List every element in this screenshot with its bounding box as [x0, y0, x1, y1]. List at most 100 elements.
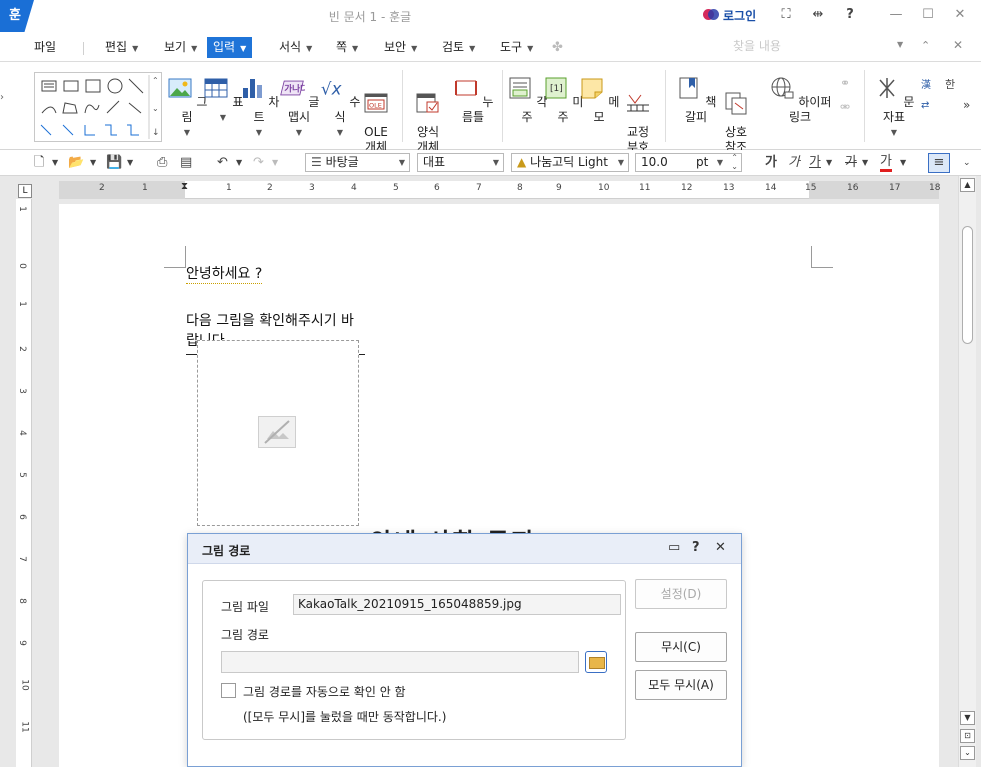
- image-file-field[interactable]: KakaoTalk_20210915_165048859.jpg: [293, 594, 621, 615]
- save-dropdown-icon[interactable]: ▼: [127, 154, 133, 172]
- text-color-dropdown-icon[interactable]: ▼: [900, 154, 906, 172]
- new-document-icon[interactable]: 🗋: [34, 154, 44, 172]
- font-select[interactable]: ▲ 나눔고딕 Light ▼: [511, 153, 629, 172]
- ribbon-expand-icon[interactable]: »: [963, 98, 970, 112]
- align-justify-button[interactable]: ≡: [928, 153, 950, 173]
- bookmark-icon: [679, 77, 698, 99]
- ruler-tick: 10: [19, 679, 30, 691]
- insert-memo-button[interactable]: 메모: [577, 76, 621, 125]
- italic-button[interactable]: 가: [788, 154, 800, 172]
- fullscreen-icon[interactable]: ⛶: [776, 6, 796, 24]
- search-close-icon[interactable]: ✕: [953, 38, 963, 52]
- auto-check-label[interactable]: 그림 경로를 자동으로 확인 안 함: [243, 683, 406, 700]
- search-prev-icon[interactable]: ⌃: [921, 39, 930, 52]
- print-icon[interactable]: ⎙: [157, 154, 167, 172]
- insert-hyperlink-button[interactable]: 하이퍼링크: [766, 76, 834, 125]
- menu-edit[interactable]: 편집 ▼: [101, 37, 142, 58]
- insert-field-button[interactable]: 누름틀: [451, 76, 495, 125]
- insert-symbol-button[interactable]: 문자표 ▼: [872, 76, 916, 140]
- bold-button[interactable]: 가: [765, 154, 777, 172]
- unlink-icon[interactable]: ⚮: [840, 100, 850, 114]
- insert-bookmark-button[interactable]: 책갈피: [674, 76, 718, 125]
- open-dropdown-icon[interactable]: ▼: [90, 154, 96, 172]
- browse-folder-icon[interactable]: [585, 651, 607, 673]
- close-window-button[interactable]: ✕: [950, 6, 970, 24]
- redo-icon[interactable]: ↷: [253, 154, 264, 172]
- page-up-button[interactable]: ⊡: [960, 729, 975, 743]
- redo-dropdown-icon[interactable]: ▼: [272, 154, 278, 172]
- dialog-close-icon[interactable]: ✕: [715, 540, 726, 555]
- menu-insert-label: 입력: [213, 40, 236, 54]
- new-dropdown-icon[interactable]: ▼: [52, 154, 58, 172]
- menu-format[interactable]: 서식 ▼: [275, 37, 316, 58]
- insert-chart-button[interactable]: 차트 ▼: [237, 76, 281, 140]
- vertical-ruler[interactable]: 1 0 1 2 3 4 5 6 7 8 9 10 11: [16, 199, 32, 767]
- vertical-scrollbar[interactable]: ▲ ▼ ⊡ ⌄: [958, 176, 976, 767]
- menu-page[interactable]: 쪽 ▼: [332, 37, 362, 58]
- style-select[interactable]: ☰ 바탕글 ▼: [305, 153, 410, 172]
- undo-icon[interactable]: ↶: [217, 154, 228, 172]
- login-label: 로그인: [723, 8, 757, 23]
- link-icon[interactable]: ⚭: [840, 76, 850, 90]
- font-size-select[interactable]: 10.0 pt ▼ ⌃ ⌄: [635, 153, 742, 172]
- insert-wordart-button[interactable]: 가나다 글맵시▼: [277, 76, 321, 140]
- preview-icon[interactable]: ▤: [180, 154, 192, 172]
- horizontal-ruler[interactable]: 2 1 ⧗ 1 2 3 4 5 6 7 8 9 10 11 12 13 14 1…: [59, 181, 940, 199]
- image-path-input[interactable]: [221, 651, 579, 673]
- shape-gallery[interactable]: ⌃ ⌄ ↓: [34, 72, 162, 142]
- menu-view[interactable]: 보기 ▼: [160, 37, 201, 58]
- maximize-button[interactable]: ☐: [918, 6, 938, 24]
- dialog-help-icon[interactable]: ?: [692, 540, 700, 555]
- open-folder-icon[interactable]: 📂: [68, 154, 84, 172]
- menu-file[interactable]: 파일: [30, 37, 60, 58]
- menu-tools[interactable]: 도구 ▼: [496, 37, 537, 58]
- scroll-thumb[interactable]: [962, 226, 973, 344]
- ignore-button[interactable]: 무시(C): [635, 632, 727, 662]
- underline-dropdown-icon[interactable]: ▼: [826, 154, 832, 172]
- language-select[interactable]: 대표 ▼: [417, 153, 504, 172]
- hanja-convert-icon[interactable]: ⇄: [921, 100, 929, 111]
- menu-page-label: 쪽: [336, 40, 348, 54]
- dialog-comment-icon[interactable]: ▭: [668, 540, 680, 555]
- menu-review[interactable]: 검토 ▼: [438, 37, 479, 58]
- ruler-tick: 17: [889, 183, 901, 193]
- login-button[interactable]: 로그인: [703, 6, 756, 24]
- scroll-down-button[interactable]: ▼: [960, 711, 975, 725]
- svg-text:OLE: OLE: [369, 102, 382, 110]
- underline-button[interactable]: 가: [809, 154, 821, 172]
- menu-edit-label: 편집: [105, 40, 128, 54]
- formatbar-more-icon[interactable]: ⌄: [963, 154, 971, 172]
- ruler-corner-button[interactable]: L: [18, 184, 32, 198]
- ruler-tick: 1: [142, 183, 148, 193]
- indent-marker-icon[interactable]: ⧗: [181, 181, 188, 192]
- insert-ole-button[interactable]: OLE OLE 개체: [354, 76, 398, 155]
- dialog-title-bar[interactable]: 그림 경로 ▭ ? ✕: [188, 534, 741, 564]
- ribbon-left-arrow-icon[interactable]: ›: [0, 92, 4, 103]
- missing-image-frame[interactable]: [197, 340, 359, 526]
- undo-dropdown-icon[interactable]: ▼: [236, 154, 242, 172]
- search-dropdown-icon[interactable]: ▼: [897, 40, 903, 49]
- hanja-icon[interactable]: 漢: [921, 76, 931, 91]
- page-down-button[interactable]: ⌄: [960, 746, 975, 760]
- save-icon[interactable]: 💾: [106, 154, 122, 172]
- hyperlink-icon: [771, 77, 794, 99]
- hangul-icon[interactable]: 한: [945, 76, 955, 92]
- help-icon[interactable]: ?: [840, 6, 860, 24]
- strike-dropdown-icon[interactable]: ▼: [862, 154, 868, 172]
- document-text-line-1[interactable]: 안녕하세요 ?: [186, 263, 263, 284]
- scroll-up-button[interactable]: ▲: [960, 178, 975, 192]
- search-input[interactable]: 찾을 내용: [728, 36, 908, 56]
- formatting-toolbar: 🗋 ▼ 📂 ▼ 💾 ▼ ⎙ ▤ ↶ ▼ ↷ ▼ ☰ 바탕글 ▼ 대표 ▼ ▲ 나눔고…: [0, 150, 981, 176]
- ruler-tick: 4: [16, 430, 27, 436]
- text-color-button[interactable]: 가: [880, 154, 892, 172]
- ignore-all-button[interactable]: 모두 무시(A): [635, 670, 727, 700]
- menu-security[interactable]: 보안 ▼: [380, 37, 421, 58]
- strikethrough-button[interactable]: 가: [845, 154, 857, 172]
- insert-crossref-button[interactable]: 상호 참조: [714, 76, 758, 155]
- menu-insert[interactable]: 입력 ▼: [207, 37, 253, 58]
- auto-check-checkbox[interactable]: [221, 683, 236, 698]
- puzzle-icon[interactable]: ✤: [552, 40, 563, 55]
- split-view-icon[interactable]: ⇹: [808, 6, 828, 24]
- minimize-button[interactable]: —: [886, 6, 906, 24]
- settings-button[interactable]: 설정(D): [635, 579, 727, 609]
